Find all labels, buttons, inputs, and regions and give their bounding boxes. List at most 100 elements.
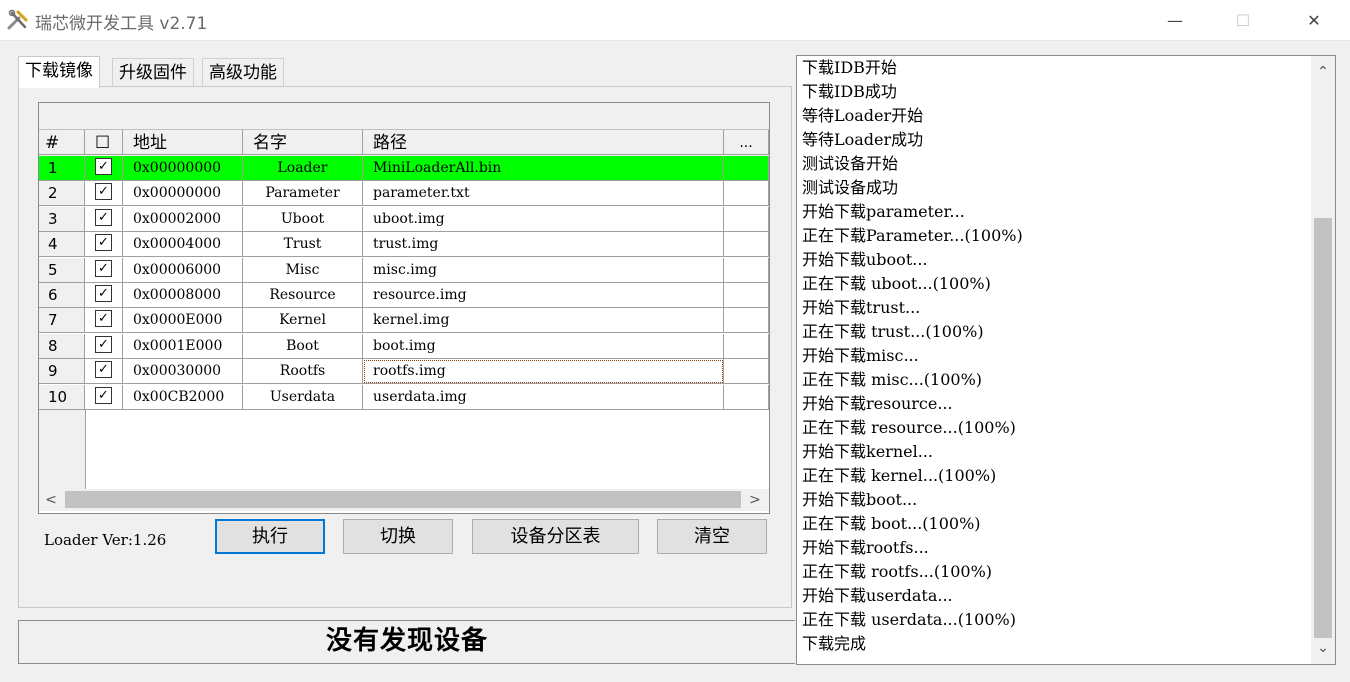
tab-upgrade-firmware[interactable]: 升级固件 [112, 58, 194, 87]
checkbox-icon[interactable]: ✓ [95, 158, 112, 175]
row-address[interactable]: 0x00000000 [123, 181, 243, 207]
row-checkbox[interactable]: ✓ [85, 333, 123, 359]
checkbox-icon[interactable]: ✓ [95, 310, 112, 328]
row-path[interactable]: MiniLoaderAll.bin [363, 156, 724, 181]
log-line: 正在下载 rootfs...(100%) [802, 562, 993, 581]
clear-button[interactable]: 清空 [657, 519, 767, 554]
row-checkbox[interactable]: ✓ [85, 283, 123, 308]
log-line: 正在下载Parameter...(100%) [802, 226, 1023, 245]
row-checkbox[interactable]: ✓ [85, 156, 123, 181]
checkbox-icon[interactable]: ✓ [95, 335, 112, 353]
row-address[interactable]: 0x0001E000 [123, 333, 243, 359]
device-status: 没有发现设备 [325, 626, 488, 656]
row-name[interactable]: Boot [243, 333, 363, 359]
horizontal-scrollbar[interactable]: < > [39, 489, 769, 511]
row-name[interactable]: Userdata [243, 384, 363, 410]
header-name[interactable]: 名字 [243, 130, 363, 155]
header-check-all[interactable]: ☐ [85, 130, 123, 155]
row-browse[interactable] [724, 181, 769, 207]
table-row[interactable]: 1 ✓ 0x00000000 Loader MiniLoaderAll.bin [39, 156, 769, 181]
row-name[interactable]: Trust [243, 232, 363, 258]
tab-download-image[interactable]: 下载镜像 [18, 56, 100, 88]
tools-icon [7, 9, 28, 30]
checkbox-icon[interactable]: ✓ [95, 259, 112, 277]
partition-table-button[interactable]: 设备分区表 [472, 519, 639, 554]
row-checkbox[interactable]: ✓ [85, 181, 123, 207]
checkbox-icon[interactable]: ✓ [95, 386, 112, 404]
scroll-thumb[interactable] [65, 491, 741, 508]
table-row[interactable]: 10 ✓ 0x00CB2000 Userdata userdata.img [39, 384, 769, 410]
tab-advanced-functions[interactable]: 高级功能 [202, 58, 284, 87]
table-row[interactable]: 2 ✓ 0x00000000 Parameter parameter.txt [39, 181, 769, 207]
execute-button[interactable]: 执行 [215, 519, 325, 554]
header-more[interactable]: ... [724, 130, 769, 155]
checkbox-icon[interactable]: ✓ [95, 234, 112, 252]
checkbox-icon[interactable]: ✓ [95, 183, 112, 201]
table-row[interactable]: 8 ✓ 0x0001E000 Boot boot.img [39, 333, 769, 359]
row-checkbox[interactable]: ✓ [85, 308, 123, 334]
row-browse[interactable] [724, 206, 769, 232]
header-address[interactable]: 地址 [123, 130, 243, 155]
table-row[interactable]: 7 ✓ 0x0000E000 Kernel kernel.img [39, 308, 769, 334]
log-line: 等待Loader成功 [802, 130, 924, 149]
row-path[interactable]: resource.img [363, 283, 724, 308]
scroll-left-icon[interactable]: < [39, 489, 63, 511]
table-row[interactable]: 4 ✓ 0x00004000 Trust trust.img [39, 232, 769, 258]
row-address[interactable]: 0x00008000 [123, 283, 243, 308]
scroll-up-icon[interactable]: ⌃ [1311, 60, 1335, 84]
row-name[interactable]: Rootfs [243, 359, 363, 385]
row-path[interactable]: boot.img [363, 333, 724, 359]
scroll-down-icon[interactable]: ⌄ [1311, 636, 1335, 660]
table-row[interactable]: 3 ✓ 0x00002000 Uboot uboot.img [39, 206, 769, 232]
row-address[interactable]: 0x00000000 [123, 156, 243, 181]
vertical-scrollbar[interactable]: ⌃ ⌄ [1311, 56, 1335, 664]
row-path[interactable]: userdata.img [363, 384, 724, 410]
row-name[interactable]: Uboot [243, 206, 363, 232]
switch-button[interactable]: 切换 [343, 519, 453, 554]
row-path[interactable]: rootfs.img [363, 359, 724, 385]
row-checkbox[interactable]: ✓ [85, 359, 123, 385]
minimize-button[interactable]: — [1140, 0, 1210, 40]
row-path[interactable]: trust.img [363, 232, 724, 258]
checkbox-icon[interactable]: ✓ [95, 208, 112, 226]
row-checkbox[interactable]: ✓ [85, 257, 123, 283]
checkbox-icon[interactable]: ✓ [95, 361, 112, 379]
row-address[interactable]: 0x00030000 [123, 359, 243, 385]
row-address[interactable]: 0x00002000 [123, 206, 243, 232]
row-address[interactable]: 0x00006000 [123, 257, 243, 283]
checkbox-icon[interactable]: ✓ [95, 285, 112, 302]
row-name[interactable]: Loader [243, 156, 363, 181]
row-path[interactable]: parameter.txt [363, 181, 724, 207]
row-address[interactable]: 0x00004000 [123, 232, 243, 258]
log-scroll-thumb[interactable] [1314, 218, 1332, 638]
row-checkbox[interactable]: ✓ [85, 206, 123, 232]
row-checkbox[interactable]: ✓ [85, 232, 123, 258]
row-browse[interactable] [724, 283, 769, 308]
row-path[interactable]: uboot.img [363, 206, 724, 232]
scroll-right-icon[interactable]: > [743, 489, 767, 511]
row-browse[interactable] [724, 333, 769, 359]
maximize-button[interactable]: ☐ [1208, 0, 1278, 40]
row-name[interactable]: Misc [243, 257, 363, 283]
header-path[interactable]: 路径 [363, 130, 724, 155]
row-name[interactable]: Resource [243, 283, 363, 308]
row-path[interactable]: misc.img [363, 257, 724, 283]
row-browse[interactable] [724, 156, 769, 181]
row-browse[interactable] [724, 308, 769, 334]
row-name[interactable]: Parameter [243, 181, 363, 207]
row-address[interactable]: 0x00CB2000 [123, 384, 243, 410]
row-browse[interactable] [724, 232, 769, 258]
row-browse[interactable] [724, 359, 769, 385]
image-grid: # ☐ 地址 名字 路径 ... 1 ✓ 0x00000000 Loader MiniL… [38, 102, 770, 514]
table-row[interactable]: 9 ✓ 0x00030000 Rootfs rootfs.img [39, 359, 769, 385]
row-checkbox[interactable]: ✓ [85, 384, 123, 410]
row-browse[interactable] [724, 257, 769, 283]
row-browse[interactable] [724, 384, 769, 410]
table-row[interactable]: 5 ✓ 0x00006000 Misc misc.img [39, 257, 769, 283]
row-path[interactable]: kernel.img [363, 308, 724, 334]
close-button[interactable]: ✕ [1279, 0, 1349, 40]
log-panel[interactable]: 下载IDB开始 下载IDB成功 等待Loader开始 等待Loader成功 测试设备开始… [796, 55, 1336, 665]
row-address[interactable]: 0x0000E000 [123, 308, 243, 334]
row-name[interactable]: Kernel [243, 308, 363, 334]
table-row[interactable]: 6 ✓ 0x00008000 Resource resource.img [39, 283, 769, 308]
